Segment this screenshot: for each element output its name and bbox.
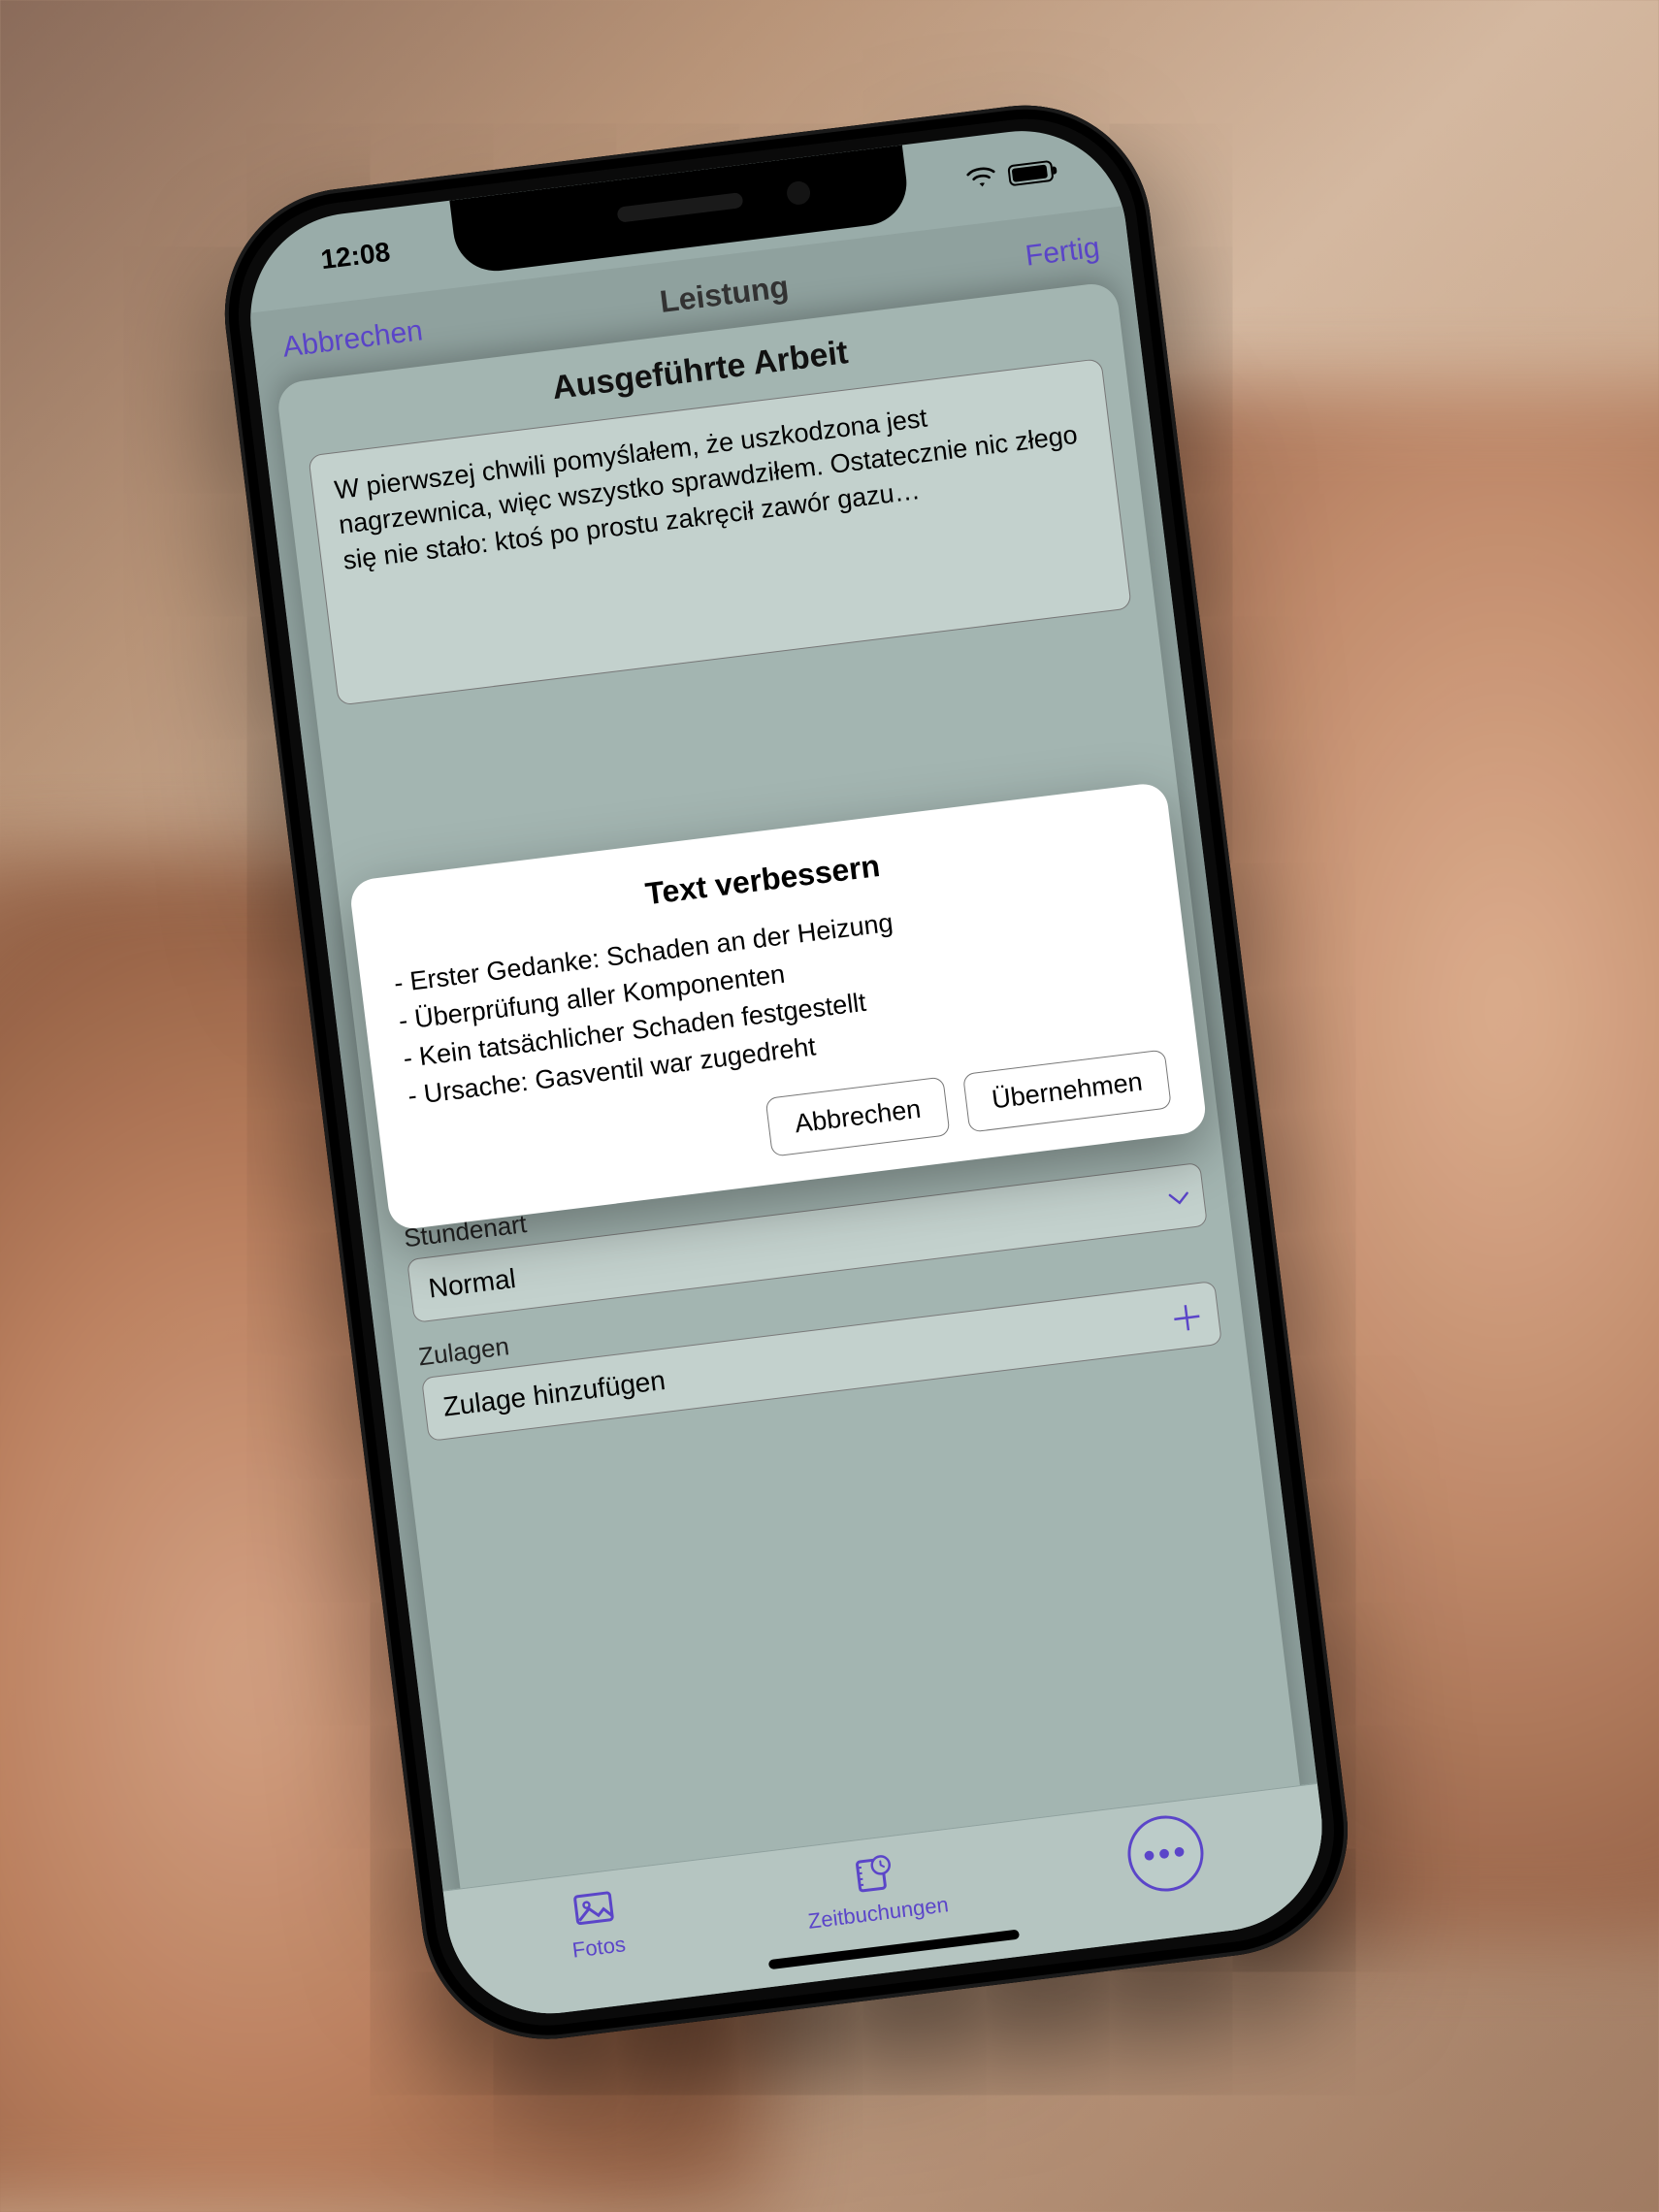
more-fab-button[interactable]: •••	[1123, 1811, 1208, 1896]
work-text-value: W pierwszej chwili pomyślałem, że uszkod…	[333, 404, 1079, 575]
app-content: Abbrechen Leistung Fertig Ausgeführte Ar…	[249, 206, 1334, 2025]
chevron-down-icon	[1166, 1181, 1191, 1214]
popup-accept-button[interactable]: Übernehmen	[962, 1049, 1172, 1132]
timesheet-icon	[850, 1849, 897, 1897]
popup-cancel-button[interactable]: Abbrechen	[765, 1076, 951, 1156]
tab-zeit-label: Zeitbuchungen	[806, 1892, 950, 1935]
tab-zeitbuchungen[interactable]: Zeitbuchungen	[800, 1843, 950, 1934]
stundenart-value: Normal	[427, 1263, 517, 1305]
tab-fotos[interactable]: Fotos	[565, 1883, 627, 1963]
status-time: 12:08	[296, 237, 392, 278]
plus-icon: ＋	[1166, 1289, 1207, 1344]
bg-nav-title: Leistung	[658, 269, 791, 320]
more-icon: •••	[1141, 1830, 1191, 1875]
bg-nav-done[interactable]: Fertig	[1024, 232, 1101, 274]
phone-screen: 12:08	[239, 119, 1334, 2026]
bg-nav-back[interactable]: Abbrechen	[281, 314, 425, 364]
photo-icon	[570, 1884, 618, 1932]
battery-icon	[1007, 160, 1054, 186]
tab-fotos-label: Fotos	[570, 1932, 627, 1964]
zulagen-value: Zulage hinzufügen	[441, 1365, 667, 1423]
wifi-icon	[964, 162, 999, 197]
